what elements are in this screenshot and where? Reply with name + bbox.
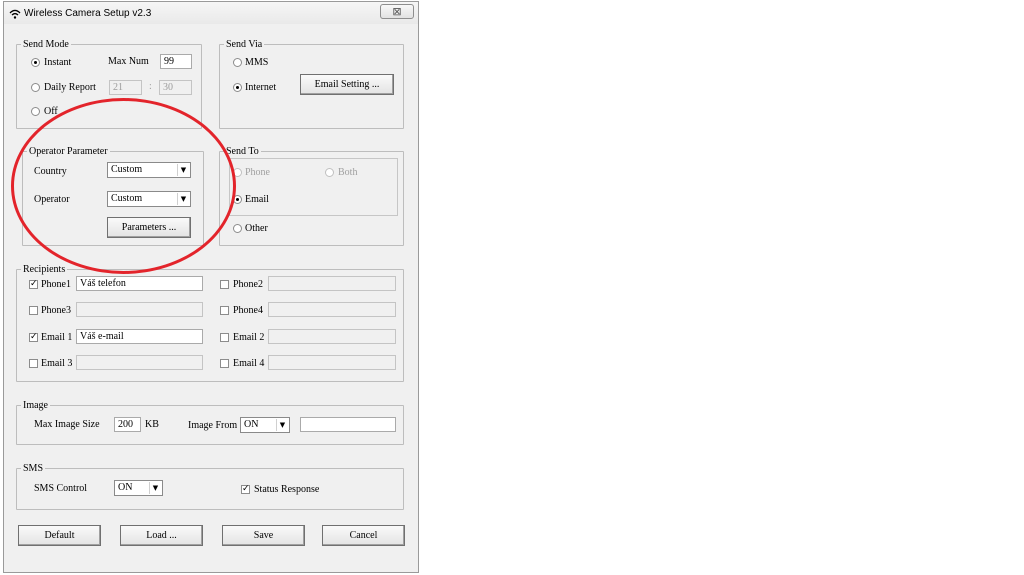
daily-report-radio[interactable] [31,83,40,92]
send-to-legend: Send To [226,146,259,157]
email1-label: Email 1 [41,332,73,343]
status-response-label: Status Response [254,484,320,495]
daily-report-label: Daily Report [44,82,96,93]
email4-checkbox[interactable] [220,359,229,368]
instant-label: Instant [44,57,72,68]
max-num-label: Max Num [108,56,149,67]
phone2-checkbox[interactable] [220,280,229,289]
phone3-checkbox[interactable] [29,306,38,315]
kb-unit-label: KB [145,419,159,430]
mms-radio[interactable] [233,58,242,67]
chevron-down-icon: ▼ [149,482,161,494]
email2-label: Email 2 [233,332,265,343]
phone2-label: Phone2 [233,279,263,290]
phone3-input[interactable] [76,302,203,317]
window-title: Wireless Camera Setup v2.3 [24,8,152,19]
email4-label: Email 4 [233,358,265,369]
daily-from-input[interactable]: 21 [109,80,142,95]
email3-checkbox[interactable] [29,359,38,368]
phone4-label: Phone4 [233,305,263,316]
image-legend: Image [23,400,48,411]
email2-checkbox[interactable] [220,333,229,342]
save-button[interactable]: Save [222,525,305,546]
close-icon: ⊠ [392,5,402,18]
sms-control-label: SMS Control [34,483,88,494]
daily-to-input[interactable]: 30 [159,80,192,95]
sms-control-dropdown[interactable]: ON ▼ [114,480,163,496]
email-setting-button[interactable]: Email Setting ... [300,74,394,95]
chevron-down-icon: ▼ [276,419,288,431]
internet-radio[interactable] [233,83,242,92]
both-label: Both [338,167,358,178]
other-label: Other [245,223,268,234]
sms-control-value: ON [118,482,133,493]
phone3-label: Phone3 [41,305,71,316]
email3-label: Email 3 [41,358,73,369]
off-radio[interactable] [31,107,40,116]
recipients-legend: Recipients [23,264,66,275]
email1-checkbox[interactable] [29,331,38,343]
cancel-button[interactable]: Cancel [322,525,405,546]
email-label: Email [245,194,269,205]
both-radio[interactable] [325,168,334,177]
max-image-size-input[interactable]: 200 [114,417,141,432]
image-from-extra-input[interactable] [300,417,396,432]
email4-input[interactable] [268,355,396,370]
image-from-value: ON [244,419,259,430]
image-from-label: Image From [188,420,238,431]
send-mode-legend: Send Mode [23,39,69,50]
other-radio[interactable] [233,224,242,233]
phone4-checkbox[interactable] [220,306,229,315]
internet-label: Internet [245,82,277,93]
image-from-dropdown[interactable]: ON ▼ [240,417,290,433]
close-button[interactable]: ⊠ [380,4,414,19]
phone1-label: Phone1 [41,279,71,290]
instant-radio[interactable] [31,58,40,67]
default-button[interactable]: Default [18,525,101,546]
load-button[interactable]: Load ... [120,525,203,546]
app-window: Wireless Camera Setup v2.3 ⊠ Send Mode I… [3,1,419,573]
email3-input[interactable] [76,355,203,370]
email2-input[interactable] [268,329,396,344]
max-num-input[interactable]: 99 [160,54,192,69]
sms-legend: SMS [23,463,44,474]
email1-input[interactable]: Váš e-mail [76,329,203,344]
max-image-size-label: Max Image Size [34,419,100,430]
status-response-checkbox[interactable] [241,483,250,495]
highlight-circle [11,98,236,274]
phone-label: Phone [245,167,270,178]
mms-label: MMS [245,57,269,68]
phone1-checkbox[interactable] [29,278,38,290]
title-bar[interactable]: Wireless Camera Setup v2.3 ⊠ [4,2,418,24]
phone1-input[interactable]: Váš telefon [76,276,203,291]
phone2-input[interactable] [268,276,396,291]
wifi-icon [9,9,21,19]
daily-separator: : [149,81,152,92]
send-via-legend: Send Via [226,39,263,50]
phone4-input[interactable] [268,302,396,317]
